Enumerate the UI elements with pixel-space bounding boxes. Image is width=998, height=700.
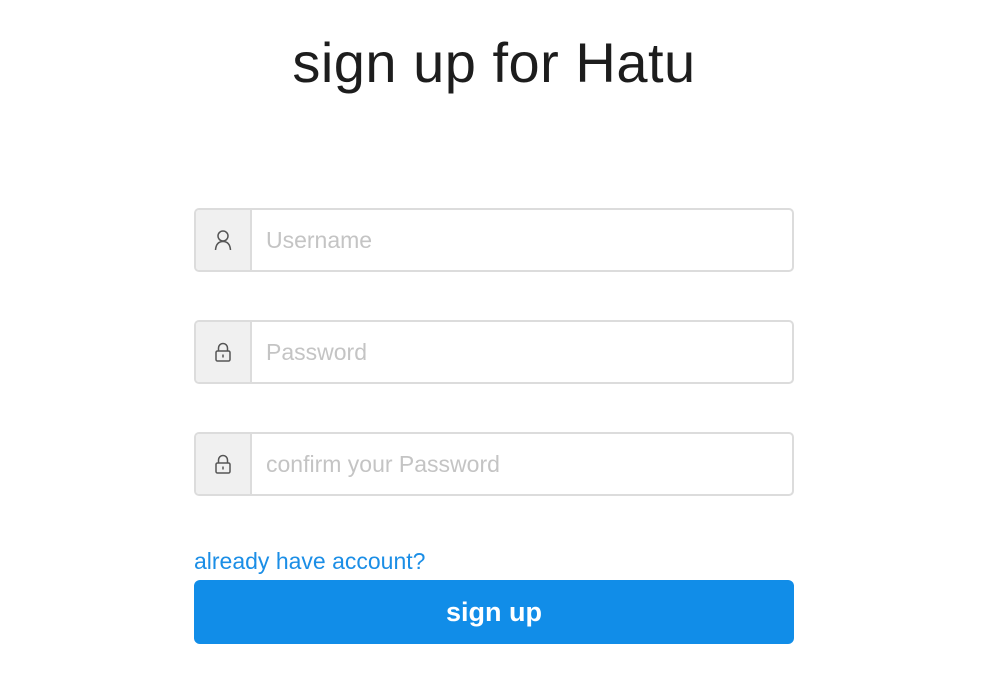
confirm-password-field-group — [194, 432, 794, 496]
page-title: sign up for Hatu — [292, 31, 696, 94]
username-input[interactable] — [252, 210, 792, 270]
password-field-group — [194, 320, 794, 384]
username-field-group — [194, 208, 794, 272]
sign-up-button[interactable]: sign up — [194, 580, 794, 644]
password-input[interactable] — [252, 322, 792, 382]
user-icon — [196, 210, 252, 270]
confirm-password-input[interactable] — [252, 434, 792, 494]
login-link[interactable]: already have account? — [194, 548, 425, 574]
lock-icon — [196, 322, 252, 382]
lock-icon — [196, 434, 252, 494]
